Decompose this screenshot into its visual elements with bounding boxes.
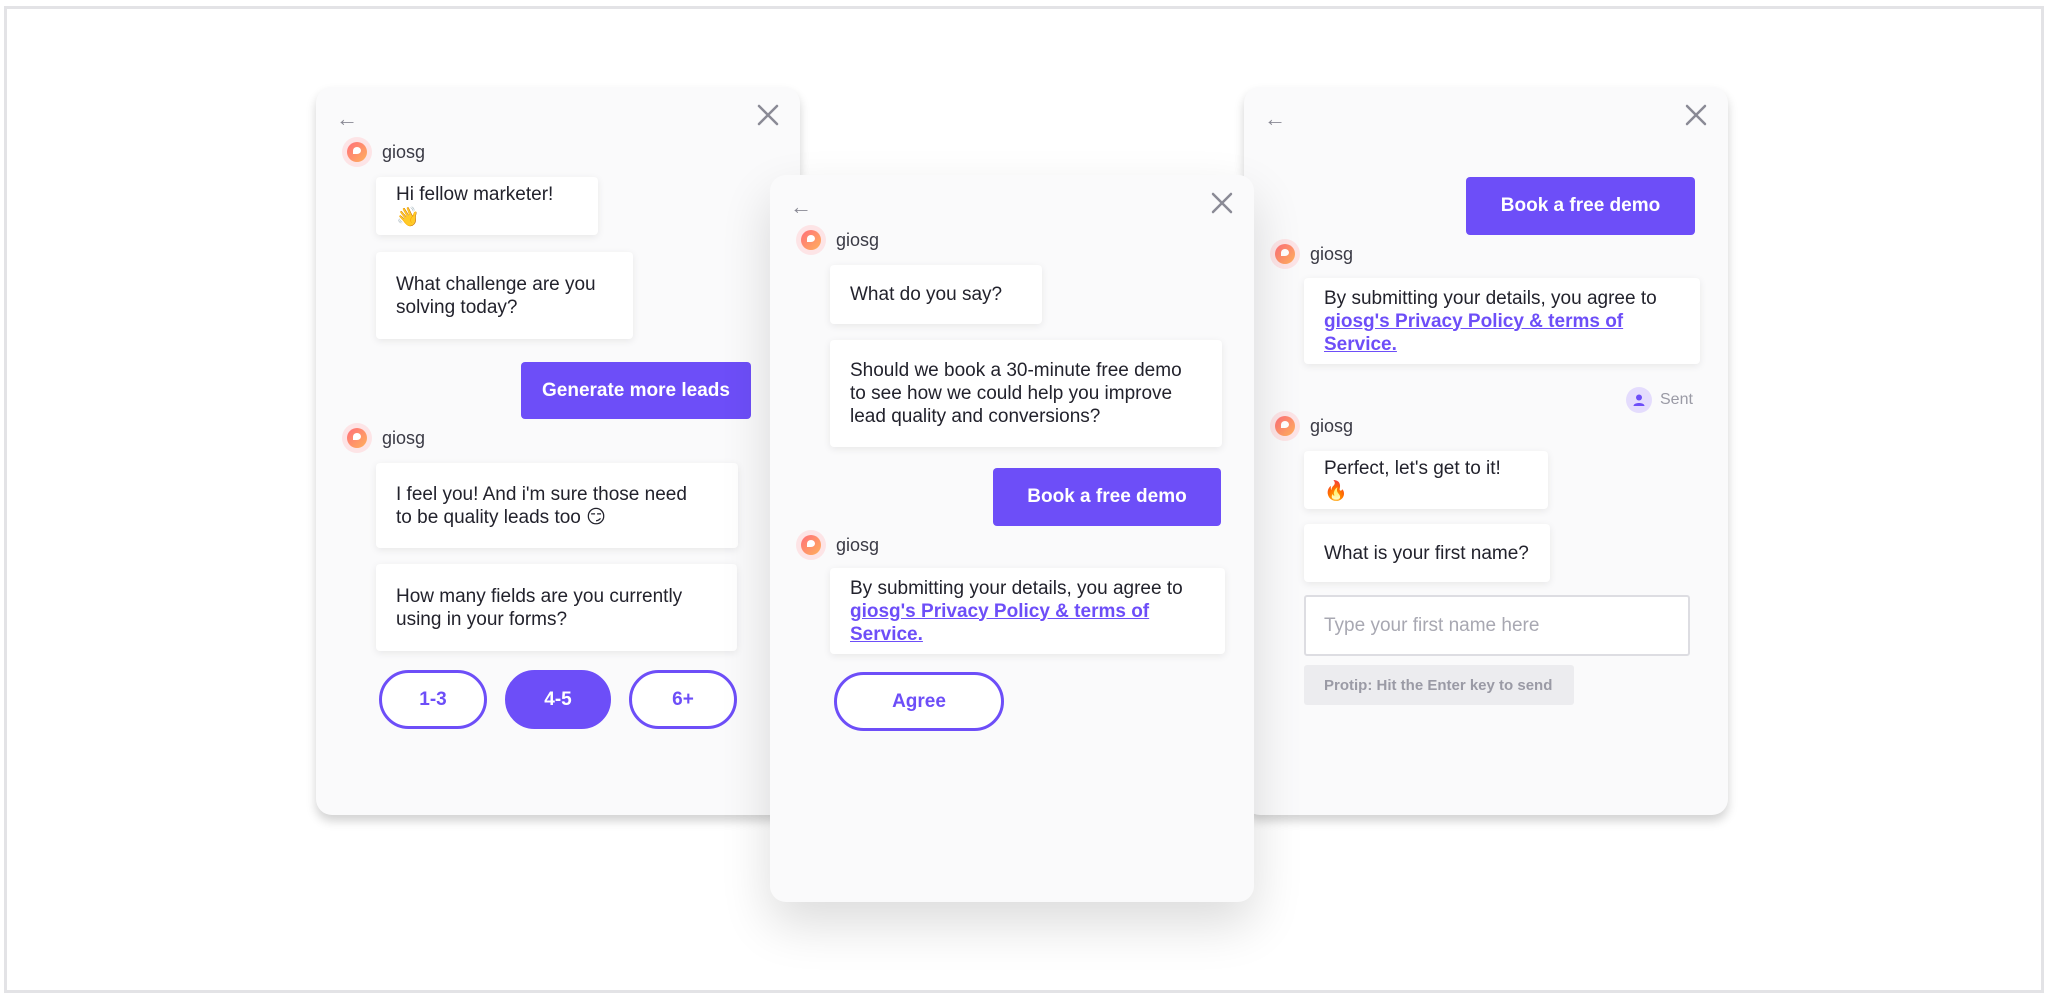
bot-sender: giosg — [1270, 239, 1353, 269]
bot-sender: giosg — [796, 530, 879, 560]
option-1-3[interactable]: 1-3 — [379, 670, 487, 729]
option-6-plus[interactable]: 6+ — [629, 670, 737, 729]
chat-panel-middle: ← giosg What do you say? Should we book … — [770, 175, 1254, 902]
bot-message: What is your first name? — [1304, 524, 1550, 582]
giosg-logo-icon — [1270, 239, 1300, 269]
bot-message: What do you say? — [830, 265, 1042, 324]
option-4-5-selected[interactable]: 4-5 — [505, 670, 611, 729]
user-reply-book-demo[interactable]: Book a free demo — [993, 468, 1221, 526]
back-arrow-icon[interactable]: ← — [1264, 107, 1288, 131]
sent-status: Sent — [1626, 387, 1693, 413]
bot-name: giosg — [382, 141, 426, 162]
back-arrow-icon[interactable]: ← — [790, 195, 814, 219]
close-icon[interactable] — [1682, 101, 1710, 129]
agree-button[interactable]: Agree — [834, 672, 1004, 731]
giosg-logo-icon — [342, 137, 372, 167]
bot-message: Perfect, let's get to it! 🔥 — [1304, 451, 1548, 509]
giosg-logo-icon — [1270, 411, 1300, 441]
bot-message: What challenge are you solving today? — [376, 252, 633, 339]
back-arrow-icon[interactable]: ← — [336, 107, 360, 131]
bot-message: How many fields are you currently using i… — [376, 564, 737, 651]
bot-message: Hi fellow marketer! 👋 — [376, 177, 598, 235]
bot-sender: giosg — [342, 423, 425, 453]
user-reply-book-demo[interactable]: Book a free demo — [1466, 177, 1695, 235]
user-reply-generate-leads[interactable]: Generate more leads — [521, 362, 751, 419]
privacy-policy-link[interactable]: giosg's Privacy Policy & terms of Servic… — [850, 601, 1149, 645]
close-icon[interactable] — [754, 101, 782, 129]
bot-name: giosg — [1310, 415, 1354, 436]
first-name-input[interactable] — [1304, 595, 1690, 656]
close-icon[interactable] — [1208, 189, 1236, 217]
giosg-logo-icon — [796, 530, 826, 560]
bot-name: giosg — [836, 229, 880, 250]
bot-message: Should we book a 30-minute free demo to … — [830, 340, 1222, 447]
giosg-logo-icon — [342, 423, 372, 453]
privacy-policy-link[interactable]: giosg's Privacy Policy & terms of Servic… — [1324, 311, 1623, 355]
chat-panel-left: ← giosg Hi fellow marketer! 👋 What chall… — [316, 87, 800, 815]
bot-name: giosg — [382, 427, 426, 448]
protip-hint: Protip: Hit the Enter key to send — [1304, 665, 1574, 705]
consent-message: By submitting your details, you agree to… — [1304, 278, 1700, 364]
bot-message: I feel you! And i'm sure those need to be… — [376, 463, 738, 548]
bot-name: giosg — [1310, 243, 1354, 264]
user-icon — [1626, 387, 1652, 413]
bot-sender: giosg — [1270, 411, 1353, 441]
bot-sender: giosg — [796, 225, 879, 255]
chat-panel-right: ← Book a free demo giosg By submitting y… — [1244, 87, 1728, 815]
consent-message: By submitting your details, you agree to… — [830, 568, 1225, 654]
bot-name: giosg — [836, 534, 880, 555]
giosg-logo-icon — [796, 225, 826, 255]
bot-sender: giosg — [342, 137, 425, 167]
